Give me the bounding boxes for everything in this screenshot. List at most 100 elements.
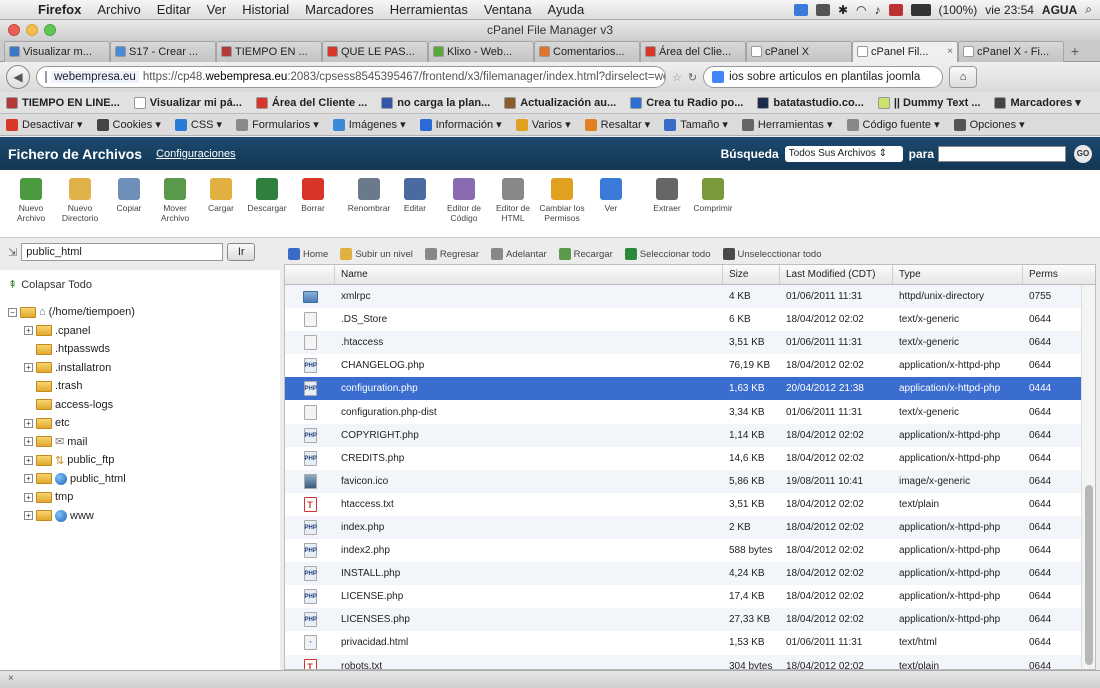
table-row[interactable]: PHP index2.php 588 bytes 18/04/2012 02:02 ap… (285, 539, 1095, 562)
table-row[interactable]: PHP CREDITS.php 14,6 KB 18/04/2012 02:02 app… (285, 447, 1095, 470)
bookmark-item[interactable]: Visualizar mi pá... (133, 96, 242, 109)
zoom-window-icon[interactable] (44, 24, 56, 36)
name-column-header[interactable]: Name (335, 265, 723, 284)
tree-node[interactable]: + tmp (24, 488, 272, 507)
action-seleccionar-todo[interactable]: Seleccionar todo (624, 248, 711, 260)
tree-node-label[interactable]: .trash (55, 380, 83, 392)
file-name[interactable]: configuration.php-dist (335, 407, 723, 418)
file-perms[interactable]: 0644 (1023, 430, 1083, 441)
file-name[interactable]: .htaccess (335, 337, 723, 348)
go-to-path-button[interactable]: Ir (227, 243, 256, 261)
toolbar-nuevo-archivo-button[interactable]: Nuevo Archivo (8, 178, 54, 223)
table-row[interactable]: PHP LICENSES.php 27,33 KB 18/04/2012 02:02 a… (285, 608, 1095, 632)
tree-node-label[interactable]: .cpanel (55, 325, 90, 337)
bookmark-item[interactable]: batatastudio.co... (757, 96, 864, 109)
action-unselecctionar-todo[interactable]: Unselecctionar todo (722, 248, 821, 260)
search-bar[interactable]: ios sobre articulos en plantilas joomla (703, 66, 944, 88)
bookmark-item[interactable]: Crea tu Radio po... (630, 96, 743, 109)
toolbar-nuevo-directorio-button[interactable]: Nuevo Directorio (54, 178, 106, 223)
file-name[interactable]: privacidad.html (335, 637, 723, 648)
tree-node[interactable]: + ✉ mail (24, 433, 272, 452)
menu-ayuda[interactable]: Ayuda (540, 2, 593, 17)
file-name[interactable]: robots.txt (335, 661, 723, 669)
file-perms[interactable]: 0644 (1023, 337, 1083, 348)
devtool-menu-informaci-n[interactable]: Información ▾ (419, 118, 502, 131)
close-statusbar-icon[interactable]: × (8, 673, 14, 684)
devtool-menu-c-digo-fuente[interactable]: Código fuente ▾ (846, 118, 940, 131)
browser-tab[interactable]: Klixo - Web... (428, 41, 534, 62)
file-name[interactable]: index2.php (335, 545, 723, 556)
devtool-menu-resaltar[interactable]: Resaltar ▾ (584, 118, 650, 131)
close-window-icon[interactable] (8, 24, 20, 36)
wifi-icon[interactable]: ◠ (856, 3, 866, 17)
devtool-menu-desactivar[interactable]: Desactivar ▾ (6, 118, 83, 131)
file-perms[interactable]: 0644 (1023, 591, 1083, 602)
tree-node-label[interactable]: mail (67, 436, 87, 448)
file-perms[interactable]: 0644 (1023, 476, 1083, 487)
browser-tab[interactable]: Visualizar m... (4, 41, 110, 62)
devtool-menu-opciones[interactable]: Opciones ▾ (953, 118, 1025, 131)
toolbar-mover-archivo-button[interactable]: Mover Archivo (152, 178, 198, 223)
menu-ver[interactable]: Ver (199, 2, 235, 17)
tree-node[interactable]: + public_html (24, 470, 272, 489)
toolbar-cargar-button[interactable]: Cargar (198, 178, 244, 213)
tree-node-label[interactable]: .installatron (55, 362, 111, 374)
devtool-menu-css[interactable]: CSS ▾ (174, 118, 222, 131)
menu-editar[interactable]: Editar (149, 2, 199, 17)
file-name[interactable]: CHANGELOG.php (335, 360, 723, 371)
collapse-all-link[interactable]: ⇞ Colapsar Todo (8, 278, 272, 292)
dropbox-icon[interactable] (793, 3, 808, 16)
toolbar-cambiar-los-permisos-button[interactable]: Cambiar los Permisos (536, 178, 588, 223)
bookmark-item[interactable]: no carga la plan... (381, 96, 490, 109)
back-button[interactable]: ◀ (6, 65, 30, 89)
tree-node[interactable]: .htpasswds (24, 340, 272, 359)
expand-icon[interactable]: + (24, 437, 33, 447)
table-row[interactable]: configuration.php-dist 3,34 KB 01/06/2011 … (285, 400, 1095, 423)
tree-node-label[interactable]: etc (55, 417, 70, 429)
bluetooth-icon[interactable]: ✱ (838, 3, 848, 17)
browser-tab[interactable]: cPanel X (746, 41, 852, 62)
google-icon[interactable] (712, 71, 725, 83)
file-name[interactable]: xmlrpc (335, 291, 723, 302)
menu-archivo[interactable]: Archivo (89, 2, 148, 17)
table-row[interactable]: PHP LICENSE.php 17,4 KB 18/04/2012 02:02 app… (285, 585, 1095, 608)
file-name[interactable]: LICENSES.php (335, 614, 723, 625)
menu-historial[interactable]: Historial (234, 2, 297, 17)
file-name[interactable]: CREDITS.php (335, 453, 723, 464)
action-recargar[interactable]: Recargar (558, 248, 613, 260)
action-home[interactable]: Home (288, 248, 328, 260)
collapse-root-icon[interactable]: − (8, 307, 17, 317)
toolbar-comprimir-button[interactable]: Comprimir (690, 178, 736, 213)
tree-node[interactable]: + www (24, 507, 272, 526)
perms-column-header[interactable]: Perms (1023, 265, 1083, 284)
file-name[interactable]: configuration.php (335, 383, 723, 394)
expand-icon[interactable]: + (24, 363, 33, 373)
bookmark-item[interactable]: TIEMPO EN LINE... (6, 96, 120, 109)
url-bar[interactable]: webempresa.eu https://cp48. webempresa.eu… (36, 66, 666, 88)
toolbar-ver-button[interactable]: Ver (588, 178, 634, 213)
table-row[interactable]: xmlrpc 4 KB 01/06/2011 11:31 httpd/unix-dir… (285, 285, 1095, 309)
expand-icon[interactable]: + (24, 418, 33, 428)
tree-node[interactable]: + .installatron (24, 359, 272, 378)
menu-marcadores[interactable]: Marcadores (297, 2, 382, 17)
size-column-header[interactable]: Size (723, 265, 780, 284)
toolbar-editor-de-html-button[interactable]: Editor de HTML (490, 178, 536, 223)
file-name[interactable]: favicon.ico (335, 476, 723, 487)
table-row[interactable]: .DS_Store 6 KB 18/04/2012 02:02 text/x-gene… (285, 308, 1095, 331)
type-column-header[interactable]: Type (893, 265, 1023, 284)
toolbar-copiar-button[interactable]: Copiar (106, 178, 152, 213)
path-input[interactable]: public_html (21, 243, 224, 261)
bookmark-item[interactable]: || Dummy Text ... (877, 96, 980, 109)
menu-firefox[interactable]: Firefox (30, 2, 89, 17)
settings-link[interactable]: Configuraciones (156, 148, 236, 160)
new-tab-button[interactable]: + (1064, 41, 1086, 62)
tab-close-icon[interactable]: × (947, 42, 953, 62)
minimize-window-icon[interactable] (26, 24, 38, 36)
tree-node-label[interactable]: public_html (70, 473, 126, 485)
site-identity-label[interactable]: webempresa.eu (51, 71, 139, 83)
file-name[interactable]: index.php (335, 522, 723, 533)
file-name[interactable]: COPYRIGHT.php (335, 430, 723, 441)
tree-node-label[interactable]: www (70, 510, 94, 522)
tree-node[interactable]: access-logs (24, 396, 272, 415)
table-row[interactable]: Trobots.txt 304 bytes 18/04/2012 02:02 text… (285, 654, 1095, 669)
